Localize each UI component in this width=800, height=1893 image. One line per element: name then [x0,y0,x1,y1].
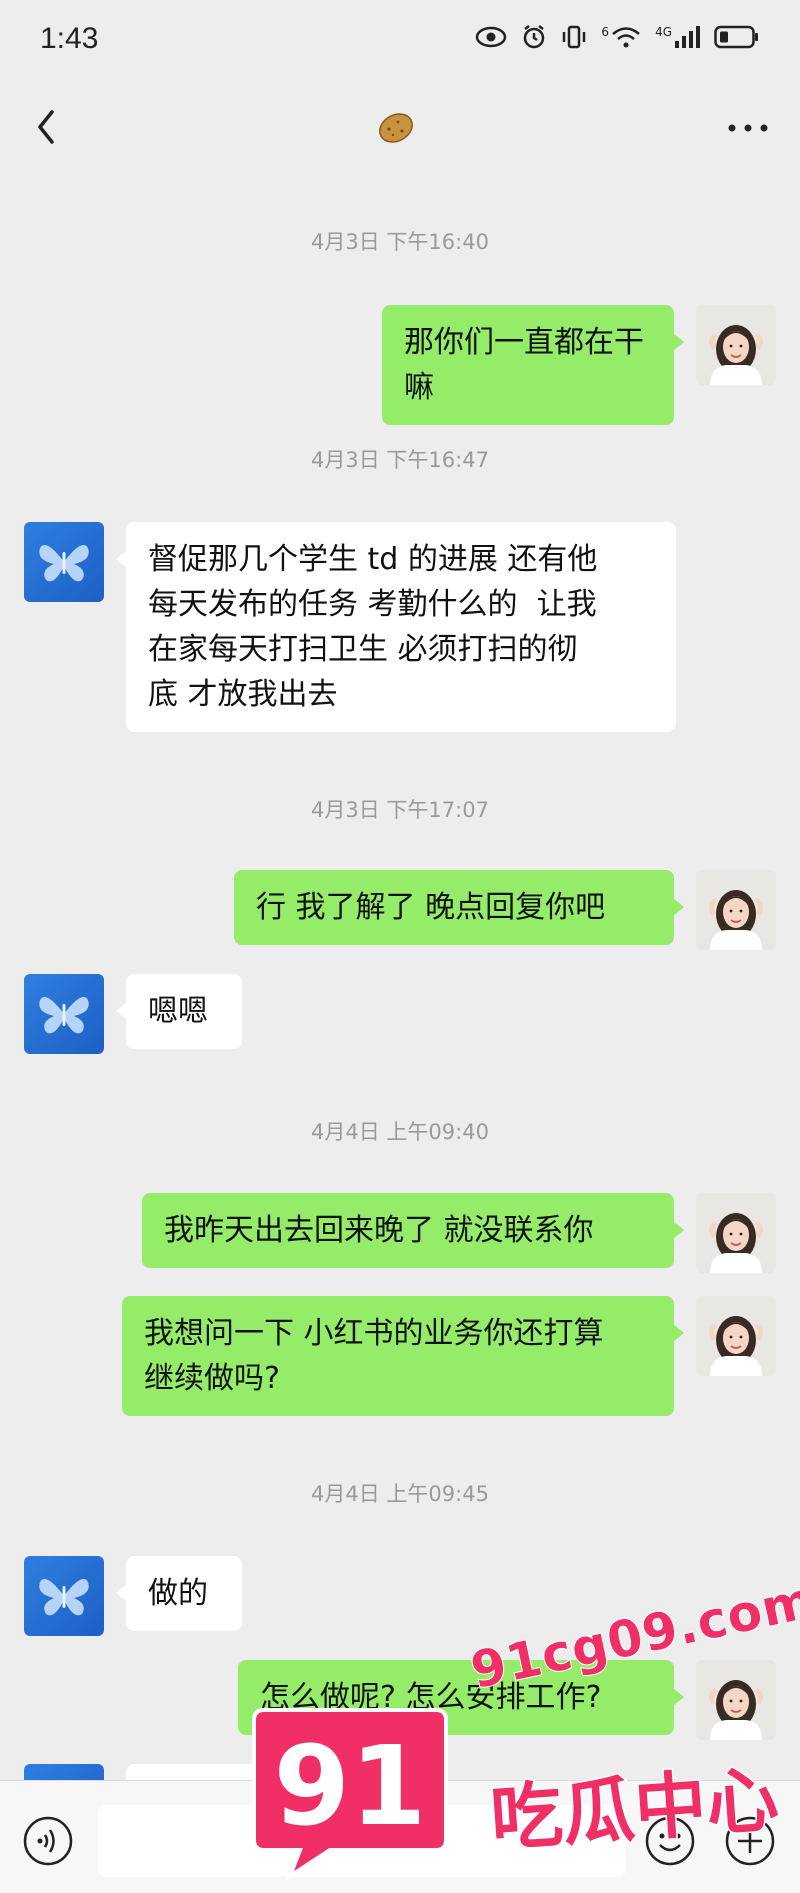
message-bubble-sent[interactable]: 怎么做呢? 怎么安排工作? [238,1660,684,1735]
contact-avatar[interactable] [24,1764,104,1780]
my-avatar[interactable] [696,1193,776,1273]
contact-avatar[interactable] [24,1556,104,1636]
more-actions-button[interactable] [724,1815,776,1867]
back-button[interactable] [24,102,74,152]
status-time: 1:43 [40,22,99,55]
potato-emoji-icon [379,113,413,143]
more-button[interactable] [720,106,776,150]
message-bubble-received-partial [126,1764,386,1780]
voice-icon [23,1816,73,1866]
network-label: 4G [655,25,672,39]
timestamp: 4月4日 上午09:45 [311,1482,489,1506]
wifi-icon [612,27,640,48]
message-bubble-received[interactable]: 做的 [116,1556,242,1631]
timestamp: 4月3日 下午17:07 [311,798,489,822]
message-bubble-sent[interactable]: 那你们一直都在干嘛 [382,305,684,425]
message-bubble-sent[interactable]: 我想问一下 小红书的业务你还打算 继续做吗? [122,1296,684,1416]
timestamp: 4月4日 上午09:40 [311,1120,489,1144]
message-bubble-sent[interactable]: 行 我了解了 晚点回复你吧 [234,870,684,945]
message-bubble-received[interactable]: 嗯嗯 [116,974,242,1049]
chat-title [372,108,420,148]
chevron-left-icon [38,110,54,144]
signal-icon [675,26,700,48]
message-bubble-received[interactable]: 督促那几个学生 td 的进展 还有他 每天发布的任务 考勤什么的 让我 在家每天… [116,522,676,732]
status-bar: 1:43 6 4G [0,0,800,84]
emoji-icon [645,1816,695,1866]
my-avatar[interactable] [696,1660,776,1740]
my-avatar[interactable] [696,305,776,385]
contact-avatar[interactable] [24,974,104,1054]
chat-header [0,84,800,174]
input-bar [0,1780,800,1893]
sim-label: 6 [601,25,610,39]
message-input[interactable] [98,1805,626,1877]
my-avatar[interactable] [696,870,776,950]
my-avatar[interactable] [696,1296,776,1376]
message-bubble-sent[interactable]: 我昨天出去回来晚了 就没联系你 [142,1193,684,1268]
contact-avatar[interactable] [24,522,104,602]
timestamp: 4月3日 下午16:40 [311,230,489,254]
voice-button[interactable] [22,1815,74,1867]
more-horizontal-icon [728,124,768,132]
timestamp: 4月3日 下午16:47 [311,448,489,472]
alarm-icon [524,25,545,49]
battery-icon [714,25,758,49]
plus-icon [725,1816,775,1866]
status-icons: 6 4G [475,24,760,50]
vibrate-icon [563,25,586,49]
eye-icon [476,26,507,48]
emoji-button[interactable] [644,1815,696,1867]
